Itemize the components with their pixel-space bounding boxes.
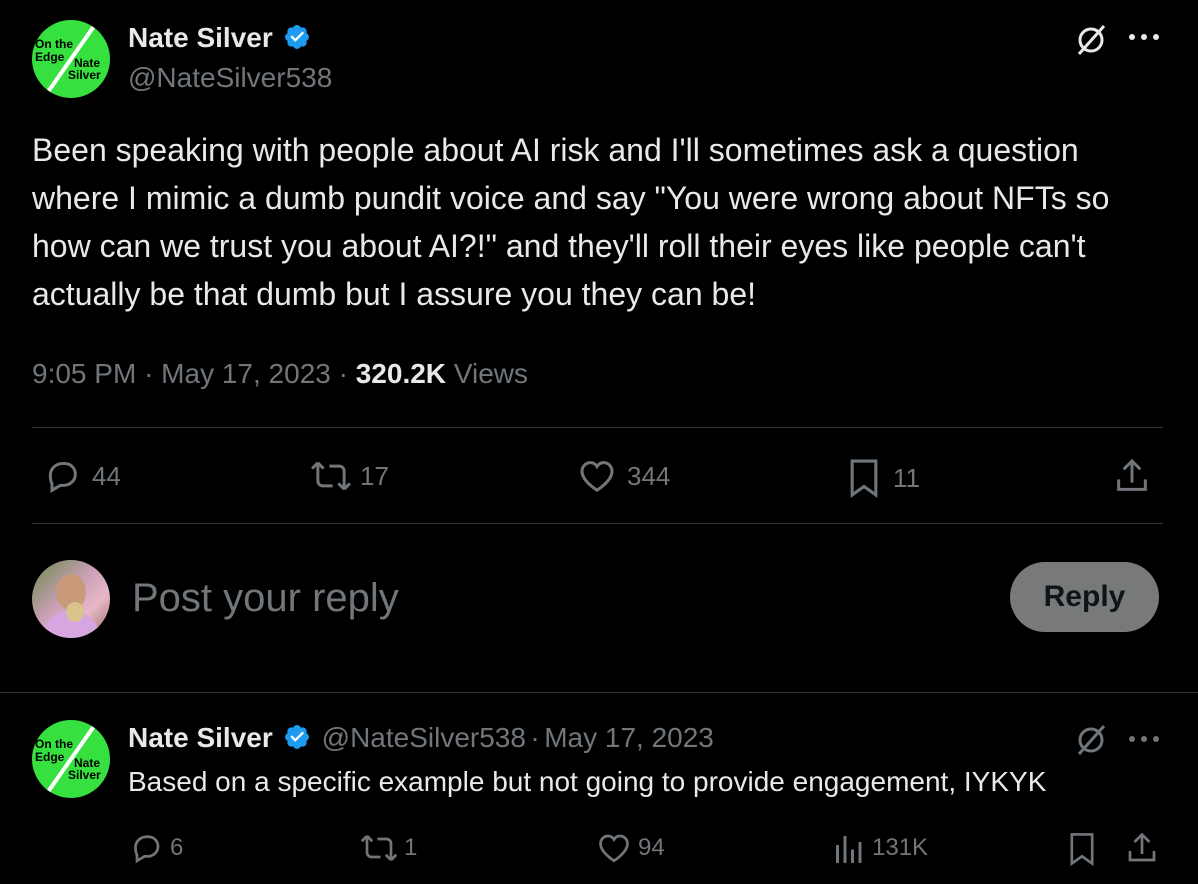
meta-separator: · — [338, 358, 348, 389]
reply-views-count: 131K — [872, 834, 929, 861]
tweet-time[interactable]: 9:05 PM — [32, 358, 136, 389]
divider — [0, 692, 1198, 693]
reply-header: Nate Silver @NateSilver538 · May 17, 202… — [128, 722, 714, 754]
verified-badge-icon — [285, 25, 310, 49]
tweet-body: Been speaking with people about AI risk … — [32, 132, 1110, 312]
reply-body: Based on a specific example but not goin… — [128, 766, 1047, 797]
views-label: Views — [453, 358, 528, 389]
more-icon[interactable] — [1128, 32, 1160, 42]
repost-icon — [360, 835, 398, 861]
author-name[interactable]: Nate Silver — [128, 22, 273, 53]
like-action[interactable]: 344 — [577, 456, 670, 496]
reply-action[interactable]: 44 — [42, 456, 121, 496]
more-icon[interactable] — [1128, 734, 1160, 744]
like-icon — [599, 834, 629, 863]
avatar-text-on-the: On the — [35, 737, 73, 751]
tweet-meta: 9:05 PM · May 17, 2023 · 320.2K Views — [32, 358, 528, 390]
reply-repost-count: 1 — [404, 834, 418, 861]
bookmark-count: 11 — [893, 462, 920, 493]
avatar-text-edge: Edge — [35, 50, 65, 64]
avatar-text-edge: Edge — [35, 750, 65, 764]
meta-separator: · — [144, 358, 154, 389]
divider — [32, 427, 1163, 428]
tweet-date[interactable]: May 17, 2023 — [161, 358, 331, 389]
avatar-text-silver: Silver — [68, 768, 101, 782]
reply-reply-count: 6 — [170, 834, 184, 861]
current-user-avatar[interactable] — [32, 560, 110, 638]
reply-date[interactable]: May 17, 2023 — [544, 722, 714, 753]
meta-separator: · — [530, 722, 540, 753]
like-icon — [580, 461, 614, 492]
reply-icon — [48, 462, 77, 493]
bookmark-icon[interactable] — [1066, 830, 1098, 868]
divider — [32, 523, 1163, 524]
reply-input[interactable]: Post your reply — [132, 576, 399, 621]
bookmark-action[interactable]: 11 — [845, 456, 920, 500]
author-name-row: Nate Silver — [128, 22, 311, 54]
share-icon[interactable] — [1112, 456, 1152, 496]
reply-author-name[interactable]: Nate Silver — [128, 722, 273, 753]
reply-like-count: 94 — [638, 834, 665, 861]
author-handle[interactable]: @NateSilver538 — [128, 62, 332, 94]
repost-icon — [311, 461, 351, 491]
author-avatar[interactable]: On the Edge Nate Silver — [32, 20, 110, 98]
reply-button[interactable]: Reply — [1010, 562, 1159, 632]
repost-action[interactable]: 17 — [308, 456, 389, 496]
reply-icon — [134, 835, 160, 864]
share-icon[interactable] — [1124, 830, 1160, 866]
bookmark-icon — [850, 459, 878, 498]
avatar-text-on-the: On the — [35, 37, 73, 51]
reply-like-action[interactable]: 94 — [596, 830, 665, 866]
reply-reply-action[interactable]: 6 — [128, 830, 183, 866]
verified-badge-icon — [285, 725, 310, 749]
grok-icon[interactable] — [1074, 23, 1108, 57]
grok-icon[interactable] — [1074, 723, 1108, 757]
views-icon — [836, 836, 862, 863]
reply-views-action[interactable]: 131K — [832, 830, 928, 866]
like-count: 344 — [627, 460, 671, 491]
reply-author-avatar[interactable]: On the Edge Nate Silver — [32, 720, 110, 798]
avatar-text-silver: Silver — [68, 68, 101, 82]
views-count: 320.2K — [355, 358, 447, 389]
reply-author-handle[interactable]: @NateSilver538 — [322, 722, 526, 753]
reply-count: 44 — [92, 460, 121, 491]
reply-repost-action[interactable]: 1 — [358, 830, 417, 866]
repost-count: 17 — [360, 460, 389, 491]
